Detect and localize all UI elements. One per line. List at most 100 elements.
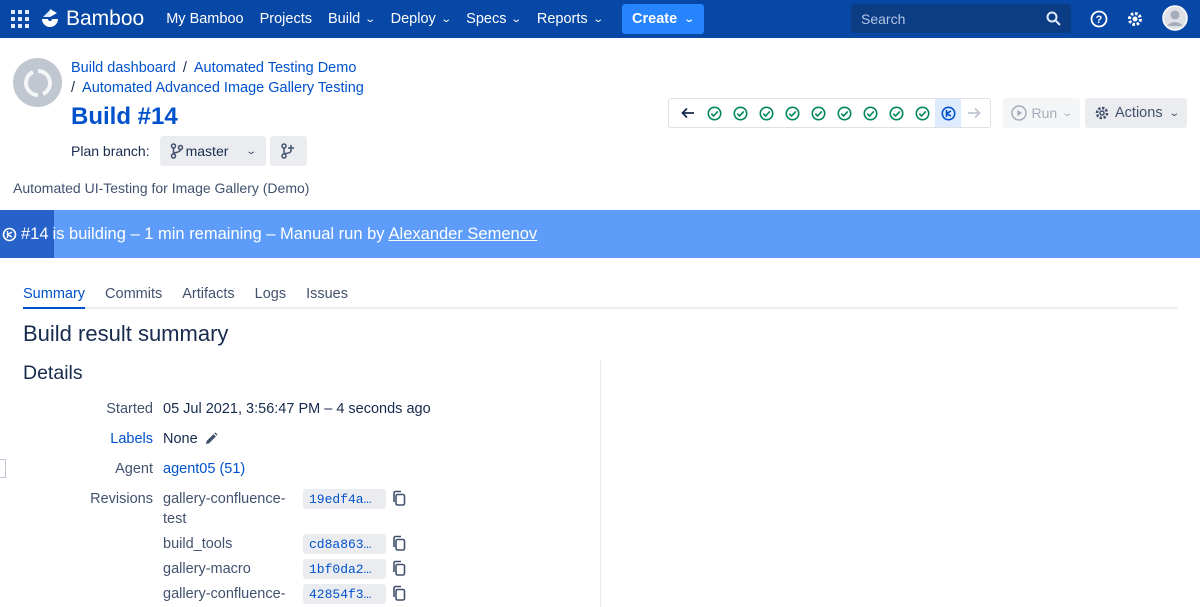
plan-branch-label: Plan branch:: [71, 143, 150, 159]
nav-deploy[interactable]: Deploy ⌄: [385, 0, 457, 38]
build-history-success-icon[interactable]: [779, 99, 805, 127]
copy-icon[interactable]: [391, 585, 407, 602]
result-tabs: Summary Commits Artifacts Logs Issues: [23, 280, 1177, 309]
build-history-success-icon[interactable]: [753, 99, 779, 127]
breadcrumb-build-dashboard[interactable]: Build dashboard: [71, 60, 176, 76]
branch-value: master: [185, 143, 229, 159]
run-button[interactable]: Run ⌄: [1003, 98, 1080, 128]
agent-label: Agent: [115, 461, 153, 477]
nav-item-label: Projects: [259, 11, 312, 27]
build-history-success-icon[interactable]: [831, 99, 857, 127]
breadcrumb-second-line: / Automated Advanced Image Gallery Testin…: [71, 80, 364, 96]
branch-select[interactable]: master ⌄: [159, 136, 266, 166]
nav-item-label: Deploy: [390, 11, 436, 27]
copy-icon[interactable]: [391, 535, 407, 552]
nav-item-label: Reports: [536, 11, 588, 27]
started-label: Started: [106, 401, 153, 417]
nav-my-bamboo[interactable]: My Bamboo: [160, 0, 249, 38]
nav-item-label: My Bamboo: [166, 11, 244, 27]
building-status-icon: [2, 227, 17, 241]
bamboo-logo-icon: [42, 9, 58, 27]
revision-hash[interactable]: 42854f3…: [303, 584, 386, 604]
chevron-down-icon: ⌄: [591, 13, 604, 25]
copy-icon[interactable]: [391, 490, 407, 507]
build-history-success-icon[interactable]: [805, 99, 831, 127]
previous-build-arrow-icon[interactable]: [675, 99, 701, 127]
nav-specs[interactable]: Specs ⌄: [460, 0, 527, 38]
build-history-navigator: [668, 98, 991, 128]
status-user-link[interactable]: Alexander Semenov: [389, 225, 538, 244]
tab-summary[interactable]: Summary: [23, 280, 86, 309]
build-history-success-icon[interactable]: [727, 99, 753, 127]
create-label: Create: [632, 11, 678, 27]
labels-link[interactable]: Labels: [0, 431, 153, 447]
add-branch-icon: [281, 143, 295, 159]
chevron-down-icon: ⌄: [683, 13, 696, 25]
actions-label: Actions: [1115, 105, 1163, 121]
create-button[interactable]: Create ⌄: [622, 4, 704, 34]
chevron-down-icon: ⌄: [245, 145, 258, 157]
refresh-icon: [23, 68, 52, 97]
search-placeholder: Search: [861, 10, 906, 27]
breadcrumb-separator: /: [182, 60, 187, 76]
nav-item-label: Specs: [466, 11, 507, 27]
chevron-down-icon: ⌄: [1167, 107, 1180, 119]
labels-value-wrap: None: [163, 431, 218, 447]
tab-commits[interactable]: Commits: [105, 280, 162, 309]
agent-link[interactable]: agent05 (51): [163, 461, 245, 477]
breadcrumb-plan[interactable]: Automated Advanced Image Gallery Testing: [82, 80, 364, 96]
build-status-content: #14 is building – 1 min remaining – Manu…: [0, 225, 537, 244]
chevron-down-icon: ⌄: [510, 13, 523, 25]
revision-hash[interactable]: cd8a863…: [303, 534, 386, 554]
gear-icon[interactable]: [1123, 7, 1147, 31]
nav-projects[interactable]: Projects: [254, 0, 318, 38]
revisions-label: Revisions: [90, 491, 153, 507]
build-history-success-icon[interactable]: [701, 99, 727, 127]
run-label: Run: [1031, 105, 1058, 121]
started-value: 05 Jul 2021, 3:56:47 PM – 4 seconds ago: [163, 401, 431, 417]
build-history-success-icon[interactable]: [909, 99, 935, 127]
bamboo-logo[interactable]: Bamboo: [40, 7, 144, 31]
build-history-building-icon[interactable]: [935, 99, 961, 127]
nav-reports[interactable]: Reports ⌄: [531, 0, 608, 38]
search-icon: [1046, 11, 1061, 26]
page-title: Build #14: [71, 103, 178, 130]
revision-hash[interactable]: 19edf4a…: [303, 489, 386, 509]
svg-text:?: ?: [1096, 14, 1103, 26]
help-icon[interactable]: ?: [1087, 7, 1111, 31]
tab-issues[interactable]: Issues: [306, 280, 348, 309]
create-branch-button[interactable]: [269, 136, 307, 166]
tab-artifacts[interactable]: Artifacts: [182, 280, 234, 309]
nav-item-label: Build: [327, 11, 361, 27]
nav-build[interactable]: Build ⌄: [322, 0, 381, 38]
build-history-items: [701, 99, 961, 127]
revision-hash[interactable]: 1bf0da2…: [303, 559, 386, 579]
details-heading: Details: [23, 362, 83, 384]
search-input[interactable]: Search: [851, 4, 1071, 33]
chevron-down-icon: ⌄: [1061, 107, 1074, 119]
actions-button[interactable]: Actions ⌄: [1085, 98, 1187, 128]
status-build-number: #14: [21, 224, 49, 243]
chevron-down-icon: ⌄: [440, 13, 452, 25]
column-divider: [600, 360, 601, 607]
avatar[interactable]: [1162, 5, 1188, 31]
build-history-success-icon[interactable]: [857, 99, 883, 127]
branch-value-wrap: master: [170, 143, 229, 159]
plan-description: Automated UI-Testing for Image Gallery (…: [13, 180, 310, 196]
revision-repo: gallery-macro: [163, 561, 251, 577]
breadcrumb: Build dashboard / Automated Testing Demo: [71, 60, 356, 76]
app-switcher-icon[interactable]: [0, 0, 40, 38]
gear-icon: [1095, 106, 1109, 120]
build-history-success-icon[interactable]: [883, 99, 909, 127]
app-name: Bamboo: [66, 7, 145, 30]
next-build-arrow-icon[interactable]: [961, 99, 987, 127]
revision-repo: gallery-confluence-: [163, 586, 286, 602]
branch-icon: [170, 143, 183, 159]
build-status-bar: #14 is building – 1 min remaining – Manu…: [0, 210, 1200, 258]
pencil-icon[interactable]: [204, 432, 218, 446]
revision-repo: build_tools: [163, 536, 233, 552]
breadcrumb-project[interactable]: Automated Testing Demo: [194, 60, 357, 76]
copy-icon[interactable]: [391, 560, 407, 577]
top-navigation: Bamboo My Bamboo Projects Build ⌄ Deploy ⌄…: [0, 0, 1200, 38]
tab-logs[interactable]: Logs: [255, 280, 286, 309]
